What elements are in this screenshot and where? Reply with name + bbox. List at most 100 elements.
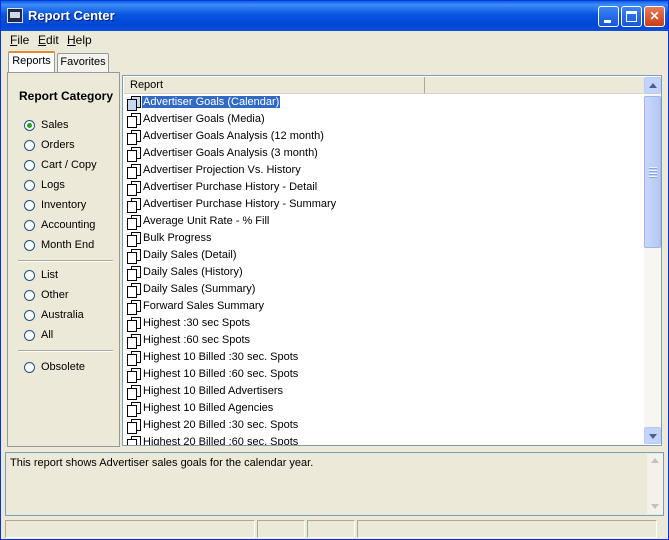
report-list-item[interactable]: Highest 20 Billed :30 sec. Spots [125, 418, 425, 435]
description-scrollbar[interactable] [647, 454, 663, 514]
radio-label-list[interactable]: List [41, 269, 58, 281]
report-document-icon [127, 368, 141, 383]
maximize-icon [626, 11, 637, 22]
tab-reports[interactable]: Reports [8, 51, 55, 72]
window-title: Report Center [28, 8, 115, 23]
radio-label-obsolete[interactable]: Obsolete [41, 361, 85, 373]
report-list-item[interactable]: Highest 20 Billed :60 sec. Spots [125, 435, 425, 445]
app-icon[interactable] [7, 8, 23, 23]
status-pane [257, 520, 305, 538]
report-list-item[interactable]: Highest 10 Billed :30 sec. Spots [125, 350, 425, 367]
report-name: Daily Sales (Summary) [143, 283, 256, 295]
radio-obsolete[interactable] [24, 362, 35, 373]
report-list-item[interactable]: Advertiser Projection Vs. History [125, 163, 425, 180]
radio-cart-copy[interactable] [24, 160, 35, 171]
report-name: Advertiser Purchase History - Detail [143, 181, 318, 193]
report-document-icon [127, 232, 141, 247]
report-name: Highest 10 Billed Agencies [143, 402, 274, 414]
report-list-scrollbar[interactable] [644, 77, 661, 444]
minimize-button[interactable] [598, 6, 619, 27]
report-list-item[interactable]: Highest :60 sec Spots [125, 333, 425, 350]
report-list-item[interactable]: Advertiser Goals (Media) [125, 112, 425, 129]
radio-logs[interactable] [24, 180, 35, 191]
report-document-icon [127, 436, 141, 445]
radio-label-accounting[interactable]: Accounting [41, 219, 95, 231]
report-name: Daily Sales (Detail) [143, 249, 237, 261]
report-name: Advertiser Purchase History - Summary [143, 198, 337, 210]
radio-sales[interactable] [24, 120, 35, 131]
scroll-thumb[interactable] [644, 96, 661, 248]
menu-file[interactable]: File [10, 33, 29, 47]
radio-label-australia[interactable]: Australia [41, 309, 84, 321]
menu-file-label: ile [17, 33, 30, 47]
radio-list[interactable] [24, 270, 35, 281]
report-list-item[interactable]: Advertiser Goals (Calendar) [125, 95, 425, 112]
radio-label-inventory[interactable]: Inventory [41, 199, 86, 211]
radio-label-other[interactable]: Other [41, 289, 69, 301]
scroll-down-button[interactable] [644, 427, 661, 444]
report-name: Daily Sales (History) [143, 266, 243, 278]
arrow-down-icon [651, 504, 659, 509]
grip-line [649, 173, 657, 175]
menu-help[interactable]: Help [67, 33, 92, 47]
radio-all[interactable] [24, 330, 35, 341]
radio-month-end[interactable] [24, 240, 35, 251]
radio-australia[interactable] [24, 310, 35, 321]
report-description-box[interactable]: This report shows Advertiser sales goals… [5, 452, 664, 516]
report-list-item[interactable]: Highest :30 sec Spots [125, 316, 425, 333]
report-list-item[interactable]: Advertiser Goals Analysis (3 month) [125, 146, 425, 163]
report-list-item[interactable]: Advertiser Purchase History - Detail [125, 180, 425, 197]
arrow-down-icon [649, 434, 657, 439]
maximize-button[interactable] [621, 6, 642, 27]
report-name: Highest 10 Billed Advertisers [143, 385, 284, 397]
grip-line [649, 167, 657, 169]
arrow-up-icon [649, 83, 657, 88]
report-list-item[interactable]: Daily Sales (Summary) [125, 282, 425, 299]
radio-label-orders[interactable]: Orders [41, 139, 75, 151]
report-list-item[interactable]: Highest 10 Billed Agencies [125, 401, 425, 418]
report-name: Highest 20 Billed :60 sec. Spots [143, 436, 299, 445]
radio-other[interactable] [24, 290, 35, 301]
report-document-icon [127, 334, 141, 349]
radio-inventory[interactable] [24, 200, 35, 211]
close-button[interactable]: ✕ [644, 6, 665, 27]
radio-label-month-end[interactable]: Month End [41, 239, 94, 251]
report-document-icon [127, 96, 141, 111]
report-list-item[interactable]: Highest 10 Billed :60 sec. Spots [125, 367, 425, 384]
report-list-item[interactable]: Daily Sales (Detail) [125, 248, 425, 265]
report-document-icon [127, 198, 141, 213]
title-bar[interactable]: Report Center ✕ [1, 1, 668, 31]
report-list-item[interactable]: Forward Sales Summary [125, 299, 425, 316]
minimize-icon [604, 20, 611, 23]
report-document-icon [127, 402, 141, 417]
radio-label-sales[interactable]: Sales [41, 119, 69, 131]
menu-edit[interactable]: Edit [38, 33, 59, 47]
radio-label-logs[interactable]: Logs [41, 179, 65, 191]
report-name: Advertiser Goals Analysis (12 month) [143, 130, 324, 142]
radio-label-cart-copy[interactable]: Cart / Copy [41, 159, 97, 171]
menu-help-label: elp [75, 33, 92, 47]
report-list[interactable]: Report Advertiser Goals (Calendar) Advert… [122, 75, 662, 446]
report-list-item[interactable]: Advertiser Purchase History - Summary [125, 197, 425, 214]
report-list-item[interactable]: Daily Sales (History) [125, 265, 425, 282]
grip-line [649, 176, 657, 178]
report-document-icon [127, 300, 141, 315]
report-name: Forward Sales Summary [143, 300, 265, 312]
report-name: Advertiser Projection Vs. History [143, 164, 301, 176]
report-list-item[interactable]: Highest 10 Billed Advertisers [125, 384, 425, 401]
tab-favorites[interactable]: Favorites [57, 53, 109, 72]
radio-accounting[interactable] [24, 220, 35, 231]
report-document-icon [127, 385, 141, 400]
menu-edit-label: dit [46, 33, 59, 47]
menu-edit-accel: E [38, 33, 47, 47]
radio-label-all[interactable]: All [41, 329, 53, 341]
report-name: Highest :60 sec Spots [143, 334, 251, 346]
report-name: Bulk Progress [143, 232, 212, 244]
category-separator [18, 260, 113, 262]
report-list-item[interactable]: Advertiser Goals Analysis (12 month) [125, 129, 425, 146]
radio-orders[interactable] [24, 140, 35, 151]
column-header-report[interactable]: Report [124, 77, 425, 94]
report-list-item[interactable]: Bulk Progress [125, 231, 425, 248]
report-list-item[interactable]: Average Unit Rate - % Fill [125, 214, 425, 231]
scroll-up-button[interactable] [644, 77, 661, 94]
